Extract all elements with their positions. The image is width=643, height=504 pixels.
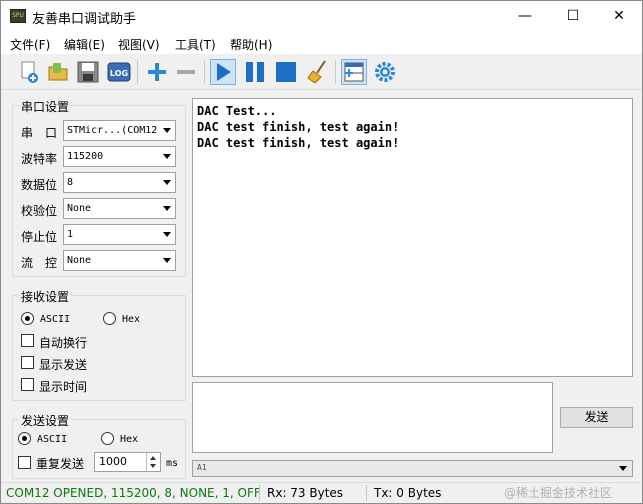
repeat-interval-spinner[interactable]: 1000: [94, 452, 161, 472]
new-session-icon[interactable]: [16, 59, 42, 85]
receive-settings-title: 接收设置: [19, 288, 72, 305]
receive-hex-label: Hex: [122, 314, 141, 325]
pause-icon[interactable]: [242, 59, 268, 85]
receive-line: DAC Test...: [197, 104, 277, 118]
auto-wrap-label: 自动换行: [39, 336, 88, 350]
serial-settings-title: 串口设置: [19, 98, 72, 115]
add-icon[interactable]: [144, 59, 170, 85]
chevron-down-icon[interactable]: [150, 464, 156, 468]
receive-line: DAC test finish, test again!: [197, 136, 400, 150]
show-send-label: 显示发送: [39, 358, 88, 372]
toolbar-separator: [204, 60, 205, 84]
auto-wrap-checkbox[interactable]: [21, 334, 34, 347]
maximize-button[interactable]: ☐: [550, 1, 596, 32]
chevron-down-icon: [163, 258, 171, 263]
settings-gear-icon[interactable]: [372, 59, 398, 85]
save-icon[interactable]: [75, 59, 101, 85]
menu-view[interactable]: 视图(V): [118, 36, 160, 53]
status-separator: [259, 485, 260, 501]
receive-ascii-radio[interactable]: [21, 312, 34, 325]
repeat-interval-value: 1000: [99, 455, 127, 468]
stop-bits-label: 停止位: [21, 230, 58, 244]
send-hex-radio[interactable]: [101, 432, 114, 445]
flow-control-select[interactable]: None: [63, 250, 176, 271]
data-bits-label: 数据位: [21, 178, 58, 192]
parity-value: None: [67, 203, 92, 214]
window-title: 友善串口调试助手: [32, 12, 137, 27]
app-icon: SPU: [10, 9, 26, 23]
receive-ascii-label: ASCII: [40, 314, 71, 325]
port-select[interactable]: STMicr...(COM12: [63, 120, 176, 141]
port-label: 串 口: [21, 126, 58, 140]
chevron-down-icon: [163, 232, 171, 237]
spinner-buttons[interactable]: [146, 453, 160, 471]
baud-rate-value: 115200: [67, 151, 104, 162]
data-bits-select[interactable]: 8: [63, 172, 176, 193]
parity-select[interactable]: None: [63, 198, 176, 219]
layout-icon[interactable]: [341, 59, 367, 85]
port-value: STMicr...(COM12: [67, 125, 158, 136]
main-window: SPU 友善串口调试助手 — ☐ ✕ 文件(F) 编辑(E) 视图(V) 工具(…: [0, 0, 643, 504]
connection-status: COM12 OPENED, 115200, 8, NONE, 1, OFF: [6, 486, 261, 500]
chevron-down-icon: [619, 466, 627, 471]
repeat-send-label: 重复发送: [36, 457, 85, 471]
receive-text-area[interactable]: DAC Test... DAC test finish, test again!…: [192, 98, 633, 377]
send-button[interactable]: 发送: [560, 407, 633, 428]
receive-line: DAC test finish, test again!: [197, 120, 400, 134]
send-history-select[interactable]: A1: [192, 460, 633, 477]
close-button[interactable]: ✕: [596, 1, 642, 32]
rx-count: Rx: 73 Bytes: [267, 486, 344, 500]
menu-help[interactable]: 帮助(H): [230, 36, 272, 53]
chevron-down-icon: [163, 180, 171, 185]
data-bits-value: 8: [67, 177, 74, 188]
show-send-checkbox[interactable]: [21, 356, 34, 369]
send-hex-label: Hex: [120, 434, 139, 445]
send-ascii-radio[interactable]: [18, 432, 31, 445]
log-icon-label: LOG: [110, 69, 128, 78]
toolbar: LOG: [1, 54, 642, 90]
send-history-value: A1: [197, 463, 207, 472]
title-bar: SPU 友善串口调试助手 — ☐ ✕: [1, 1, 642, 32]
menu-file[interactable]: 文件(F): [10, 36, 50, 53]
status-separator: [366, 485, 367, 501]
log-icon[interactable]: LOG: [106, 59, 132, 85]
show-time-checkbox[interactable]: [21, 378, 34, 391]
play-icon[interactable]: [210, 59, 236, 85]
stop-icon[interactable]: [273, 59, 299, 85]
menu-edit[interactable]: 编辑(E): [64, 36, 105, 53]
clear-broom-icon[interactable]: [305, 59, 331, 85]
chevron-up-icon[interactable]: [150, 456, 156, 460]
baud-rate-select[interactable]: 115200: [63, 146, 176, 167]
receive-hex-radio[interactable]: [103, 312, 116, 325]
stop-bits-select[interactable]: 1: [63, 224, 176, 245]
send-settings-title: 发送设置: [19, 412, 72, 429]
interval-unit-label: ms: [166, 458, 179, 469]
flow-control-value: None: [67, 255, 92, 266]
remove-icon[interactable]: [173, 59, 199, 85]
parity-label: 校验位: [21, 204, 58, 218]
stop-bits-value: 1: [67, 229, 74, 240]
chevron-down-icon: [163, 206, 171, 211]
flow-control-label: 流 控: [21, 256, 58, 270]
send-ascii-label: ASCII: [37, 434, 68, 445]
menu-bar: 文件(F) 编辑(E) 视图(V) 工具(T) 帮助(H): [1, 32, 642, 54]
show-time-label: 显示时间: [39, 380, 88, 394]
chevron-down-icon: [163, 154, 171, 159]
tx-count: Tx: 0 Bytes: [374, 486, 442, 500]
watermark-text: @稀土掘金技术社区: [504, 486, 613, 500]
menu-tools[interactable]: 工具(T): [175, 36, 216, 53]
minimize-button[interactable]: —: [502, 1, 548, 32]
send-text-input[interactable]: [192, 382, 553, 453]
chevron-down-icon: [163, 128, 171, 133]
open-folder-icon[interactable]: [45, 59, 71, 85]
toolbar-separator: [137, 60, 138, 84]
toolbar-separator: [335, 60, 336, 84]
baud-rate-label: 波特率: [21, 152, 58, 166]
repeat-send-checkbox[interactable]: [18, 456, 31, 469]
